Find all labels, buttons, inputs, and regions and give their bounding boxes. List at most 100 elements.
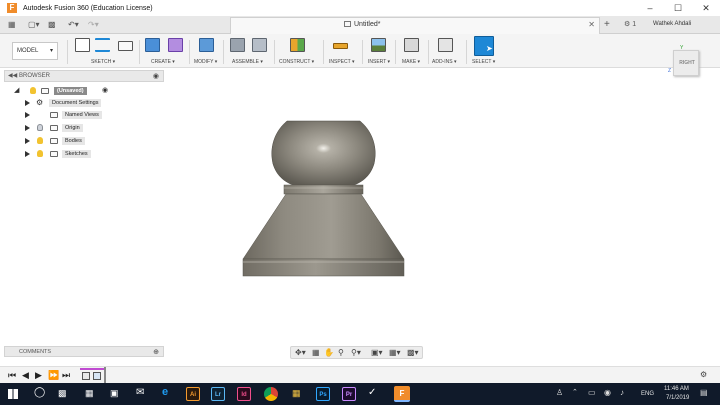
- file-explorer-icon[interactable]: ▦: [85, 388, 94, 399]
- line-icon[interactable]: [95, 38, 110, 52]
- create-sketch-icon[interactable]: [75, 38, 90, 52]
- data-panel-icon[interactable]: ▦: [8, 19, 16, 31]
- undo-icon[interactable]: ↶▾: [68, 19, 79, 31]
- panel-pin-icon[interactable]: ◉: [153, 72, 159, 80]
- press-pull-icon[interactable]: [199, 38, 214, 52]
- battery-icon[interactable]: ▭: [588, 388, 596, 397]
- fit-icon[interactable]: ⚲▾: [351, 348, 361, 358]
- expand-arrow-icon[interactable]: [25, 112, 30, 118]
- insert-menu[interactable]: INSERT ▾: [368, 59, 390, 65]
- expand-down-icon[interactable]: ◢: [14, 86, 19, 94]
- browser-item-document-settings[interactable]: ⚙ Document Settings: [22, 98, 142, 109]
- start-button[interactable]: [0, 383, 26, 405]
- collapse-icon[interactable]: ◀◀: [8, 72, 17, 79]
- people-icon[interactable]: ♙: [556, 388, 563, 397]
- clock-time[interactable]: 11:46 AM: [664, 386, 689, 392]
- browser-panel-header[interactable]: ◀◀ BROWSER ◉: [4, 70, 164, 82]
- make-menu[interactable]: MAKE ▾: [402, 59, 420, 65]
- chrome-icon[interactable]: [264, 387, 278, 401]
- zoom-icon[interactable]: ⚲: [338, 348, 344, 358]
- go-to-end-icon[interactable]: ⏭: [62, 370, 70, 380]
- select-menu[interactable]: SELECT ▾: [472, 59, 495, 65]
- lightroom-icon[interactable]: Lr: [211, 387, 225, 401]
- create-menu[interactable]: CREATE ▾: [151, 59, 175, 65]
- mail-icon[interactable]: ✉: [136, 387, 144, 398]
- display-settings-icon[interactable]: ▣▾: [371, 348, 383, 358]
- look-at-icon[interactable]: ▦: [312, 348, 320, 358]
- indesign-icon[interactable]: Id: [237, 387, 251, 401]
- pan-icon[interactable]: ✋: [324, 348, 334, 358]
- visibility-bulb-icon[interactable]: [37, 150, 43, 157]
- browser-item-origin[interactable]: Origin: [22, 123, 142, 134]
- redo-icon[interactable]: ↷▾: [88, 19, 99, 31]
- comments-panel[interactable]: COMMENTS ⊕: [4, 346, 164, 357]
- select-tool-icon[interactable]: ➤: [474, 36, 494, 56]
- viewports-icon[interactable]: ▩▾: [407, 348, 419, 358]
- folder-app-icon[interactable]: ▦: [292, 388, 301, 399]
- step-back-icon[interactable]: ◀: [22, 370, 29, 380]
- minimize-icon[interactable]: –: [636, 0, 664, 16]
- close-icon[interactable]: ✕: [692, 0, 720, 16]
- illustrator-icon[interactable]: Ai: [186, 387, 200, 401]
- browser-item-sketches[interactable]: Sketches: [22, 149, 142, 160]
- offset-plane-icon[interactable]: [290, 38, 305, 52]
- visibility-bulb-icon[interactable]: [30, 87, 36, 94]
- canvas-viewport[interactable]: [165, 69, 720, 365]
- wifi-icon[interactable]: ◉: [604, 388, 611, 397]
- fusion-taskbar-icon[interactable]: F: [394, 386, 410, 402]
- search-icon[interactable]: ◯: [34, 387, 45, 398]
- 3d-print-icon[interactable]: [404, 38, 419, 52]
- new-tab-icon[interactable]: +: [604, 19, 610, 31]
- document-tab[interactable]: Untitled* ✕: [230, 17, 600, 34]
- inkscape-icon[interactable]: ✓: [368, 387, 376, 398]
- visibility-bulb-off-icon[interactable]: [37, 124, 43, 131]
- visibility-bulb-icon[interactable]: [37, 137, 43, 144]
- user-name[interactable]: Wathek Ahdali: [653, 21, 691, 27]
- form-icon[interactable]: [168, 38, 183, 52]
- volume-icon[interactable]: ♪: [620, 388, 624, 397]
- grid-settings-icon[interactable]: ▦▾: [389, 348, 401, 358]
- expand-arrow-icon[interactable]: [25, 125, 30, 131]
- premiere-icon[interactable]: Pr: [342, 387, 356, 401]
- sketch-feature-icon[interactable]: [82, 372, 90, 380]
- sketch-menu[interactable]: SKETCH ▾: [91, 59, 115, 65]
- revolve-feature-icon[interactable]: [93, 372, 101, 380]
- assemble-menu[interactable]: ASSEMBLE ▾: [232, 59, 263, 65]
- workspace-switcher[interactable]: MODEL ▾: [12, 42, 58, 60]
- step-forward-icon[interactable]: ⏩: [48, 370, 59, 380]
- timeline-settings-icon[interactable]: ⚙: [700, 370, 707, 379]
- photoshop-icon[interactable]: Ps: [316, 387, 330, 401]
- measure-icon[interactable]: [333, 43, 348, 49]
- go-to-start-icon[interactable]: ⏮: [8, 370, 16, 380]
- store-icon[interactable]: ▣: [110, 388, 119, 399]
- timeline-marker[interactable]: [104, 367, 106, 383]
- inspect-menu[interactable]: INSPECT ▾: [329, 59, 355, 65]
- browser-root[interactable]: ◢ (Unsaved) ◉: [14, 86, 164, 97]
- scripts-addins-icon[interactable]: [438, 38, 453, 52]
- tray-expand-icon[interactable]: ⌃: [572, 388, 578, 396]
- insert-image-icon[interactable]: [371, 38, 386, 52]
- clock-date[interactable]: 7/1/2019: [666, 395, 689, 401]
- addins-menu[interactable]: ADD-INS ▾: [432, 59, 456, 65]
- joint-icon[interactable]: [252, 38, 267, 52]
- construct-menu[interactable]: CONSTRUCT ▾: [279, 59, 314, 65]
- save-icon[interactable]: ▩: [48, 19, 56, 31]
- expand-arrow-icon[interactable]: [25, 151, 30, 157]
- activate-radio-icon[interactable]: ◉: [102, 86, 108, 94]
- orbit-icon[interactable]: ✥▾: [295, 348, 306, 358]
- extrude-icon[interactable]: [145, 38, 160, 52]
- expand-arrow-icon[interactable]: [25, 100, 30, 106]
- add-comment-icon[interactable]: ⊕: [153, 348, 159, 356]
- language-indicator[interactable]: ENG: [641, 391, 654, 397]
- browser-item-named-views[interactable]: Named Views: [22, 110, 142, 121]
- task-view-icon[interactable]: ▩: [58, 388, 67, 399]
- modify-menu[interactable]: MODIFY ▾: [194, 59, 217, 65]
- job-status-icon[interactable]: ⚙ 1: [624, 19, 636, 31]
- close-tab-icon[interactable]: ✕: [588, 20, 595, 29]
- rectangle-icon[interactable]: [118, 41, 133, 51]
- notifications-icon[interactable]: ▤: [700, 388, 708, 397]
- timeline-feature-group[interactable]: [80, 368, 106, 382]
- play-icon[interactable]: ▶: [35, 370, 42, 380]
- expand-arrow-icon[interactable]: [25, 138, 30, 144]
- maximize-icon[interactable]: ☐: [664, 0, 692, 16]
